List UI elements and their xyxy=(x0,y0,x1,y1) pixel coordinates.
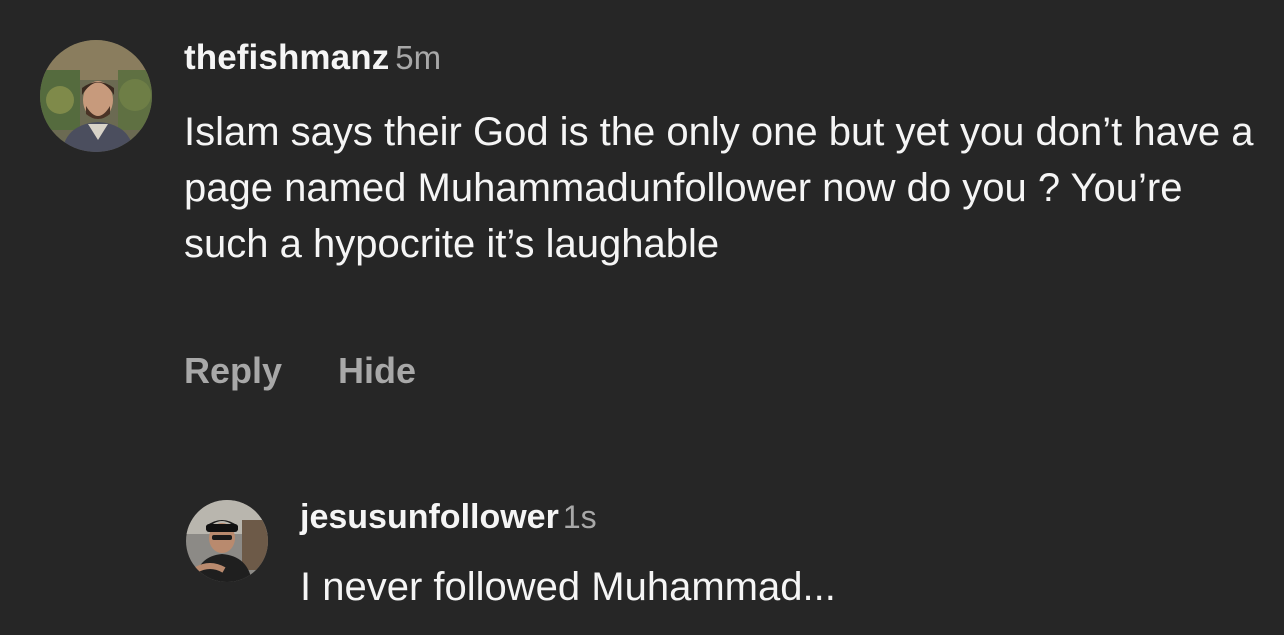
profile-photo-icon xyxy=(186,500,268,582)
comment-header: jesusunfollower 1s xyxy=(300,498,597,542)
comment-text: I never followed Muhammad... xyxy=(300,565,836,609)
comment-jesusunfollower: jesusunfollower 1s I never followed Muham… xyxy=(0,480,1284,635)
reply-button[interactable]: Reply xyxy=(184,350,282,392)
avatar[interactable] xyxy=(40,40,152,152)
username[interactable]: thefishmanz xyxy=(184,38,389,77)
comment-thefishmanz: thefishmanz 5m Islam says their God is th… xyxy=(0,0,1284,420)
hide-button[interactable]: Hide xyxy=(338,350,416,392)
username[interactable]: jesusunfollower xyxy=(300,498,559,536)
timestamp: 1s xyxy=(562,499,597,535)
timestamp: 5m xyxy=(395,39,442,76)
comment-text: Islam says their God is the only one but… xyxy=(184,110,1254,266)
profile-photo-icon xyxy=(40,40,152,152)
comment-header: thefishmanz 5m xyxy=(184,38,441,86)
avatar[interactable] xyxy=(186,500,268,582)
comment-actions: Reply Hide xyxy=(184,350,472,392)
